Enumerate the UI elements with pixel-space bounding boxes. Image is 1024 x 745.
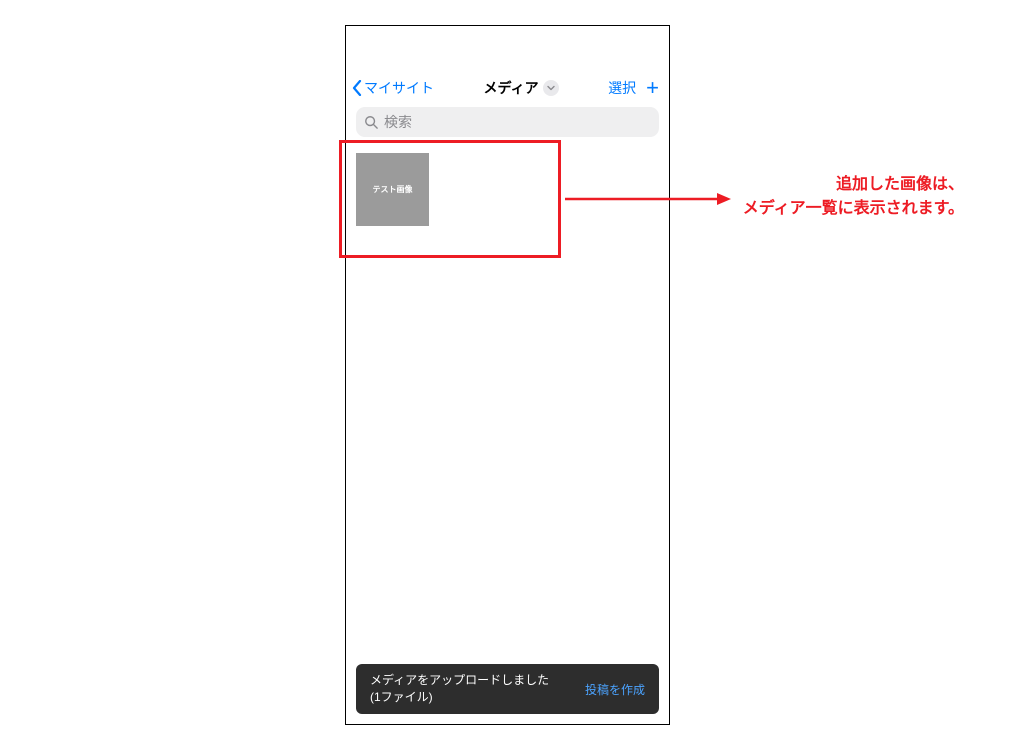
back-button[interactable]: マイサイト bbox=[352, 78, 434, 98]
toast-line1: メディアをアップロードしました bbox=[370, 672, 549, 689]
toast-action-button[interactable]: 投稿を作成 bbox=[585, 681, 645, 698]
media-item[interactable]: テスト画像 bbox=[356, 153, 429, 226]
upload-toast: メディアをアップロードしました (1ファイル) 投稿を作成 bbox=[356, 664, 659, 714]
page-title: メディア bbox=[484, 78, 539, 98]
status-bar-spacer bbox=[346, 26, 669, 71]
toast-line2: (1ファイル) bbox=[370, 689, 549, 706]
annotation-line1: 追加した画像は、 bbox=[714, 173, 964, 197]
media-thumb-label: テスト画像 bbox=[373, 184, 413, 195]
back-label: マイサイト bbox=[364, 78, 434, 98]
add-button[interactable]: + bbox=[646, 77, 659, 99]
page-title-button[interactable]: メディア bbox=[484, 78, 559, 98]
annotation-line2: メディア一覧に表示されます。 bbox=[714, 197, 964, 221]
annotation-arrow-icon bbox=[565, 190, 731, 208]
media-grid: テスト画像 メディアをアップロードしました (1ファイル) 投稿を作成 bbox=[346, 143, 669, 724]
chevron-down-icon bbox=[547, 84, 555, 92]
search-placeholder: 検索 bbox=[384, 112, 412, 132]
search-input[interactable]: 検索 bbox=[356, 107, 659, 137]
phone-frame: マイサイト メディア 選択 + 検索 テスト画像 メディアをアップロー bbox=[345, 25, 670, 725]
nav-right: 選択 + bbox=[608, 77, 659, 99]
toast-message: メディアをアップロードしました (1ファイル) bbox=[370, 672, 549, 706]
select-button[interactable]: 選択 bbox=[608, 78, 636, 98]
nav-bar: マイサイト メディア 選択 + bbox=[346, 71, 669, 105]
search-icon bbox=[364, 115, 378, 129]
title-dropdown-icon bbox=[543, 80, 559, 96]
chevron-left-icon bbox=[352, 80, 362, 96]
annotation-text: 追加した画像は、 メディア一覧に表示されます。 bbox=[714, 173, 964, 221]
